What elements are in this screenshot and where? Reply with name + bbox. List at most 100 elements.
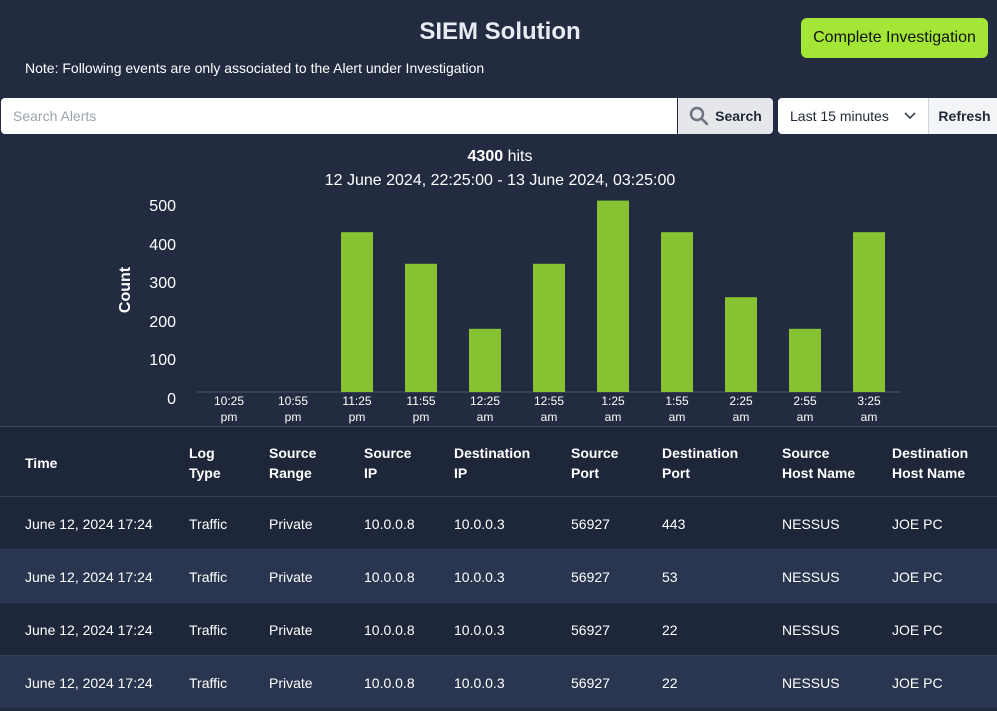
bar[interactable] bbox=[661, 232, 693, 392]
chevron-down-icon bbox=[904, 112, 916, 120]
table-cell: June 12, 2024 17:24 bbox=[25, 675, 153, 691]
hits-summary: 4300 hits bbox=[0, 148, 997, 166]
column-header-line: IP bbox=[454, 465, 468, 481]
complete-investigation-button[interactable]: Complete Investigation bbox=[801, 18, 988, 58]
table-cell: 10.0.0.3 bbox=[454, 622, 505, 638]
table-cell: Traffic bbox=[189, 675, 228, 691]
table-cell: NESSUS bbox=[782, 516, 840, 532]
investigation-note: Note: Following events are only associat… bbox=[25, 60, 485, 76]
column-header-line: Source bbox=[269, 445, 317, 461]
column-header[interactable]: Source Range bbox=[269, 443, 316, 483]
table-cell: JOE PC bbox=[892, 569, 943, 585]
column-header-line: Port bbox=[662, 465, 690, 481]
y-tick-label: 500 bbox=[149, 198, 176, 215]
x-tick-label: am bbox=[861, 410, 878, 424]
time-range-select[interactable]: Last 15 minutes bbox=[778, 98, 928, 134]
bar[interactable] bbox=[789, 328, 821, 392]
column-header[interactable]: Destination Host Name bbox=[892, 443, 968, 483]
bar[interactable] bbox=[597, 200, 629, 392]
column-header-line: Type bbox=[189, 465, 221, 481]
table-cell: Traffic bbox=[189, 516, 228, 532]
search-button[interactable]: Search bbox=[678, 98, 773, 134]
column-header-line: Host Name bbox=[782, 465, 856, 481]
x-tick-label: 3:25 bbox=[857, 394, 881, 408]
column-header[interactable]: Source IP bbox=[364, 443, 411, 483]
column-header[interactable]: Destination Port bbox=[662, 443, 738, 483]
search-button-label: Search bbox=[715, 108, 762, 124]
x-tick-label: 10:55 bbox=[278, 394, 308, 408]
x-tick-label: 11:25 bbox=[342, 394, 371, 408]
table-cell: 10.0.0.3 bbox=[454, 675, 505, 691]
hits-suffix: hits bbox=[503, 148, 533, 165]
y-tick-label: 400 bbox=[149, 237, 176, 254]
column-header-line: Destination bbox=[454, 445, 531, 461]
table-cell: June 12, 2024 17:24 bbox=[25, 622, 153, 638]
column-header-line: Range bbox=[269, 465, 312, 481]
table-cell: NESSUS bbox=[782, 675, 840, 691]
bar[interactable] bbox=[725, 297, 757, 392]
search-input[interactable]: Search Alerts bbox=[1, 98, 677, 134]
x-tick-label: pm bbox=[413, 410, 430, 424]
column-header[interactable]: Source Host Name bbox=[782, 443, 855, 483]
refresh-button[interactable]: Refresh bbox=[928, 98, 997, 134]
table-row[interactable]: June 12, 2024 17:24 Traffic Private 10.0.0.… bbox=[0, 655, 997, 708]
table-cell: 56927 bbox=[571, 516, 610, 532]
hits-histogram: 0 100 200 300 400 500 Count 10:25 pm 10:55 pm 11:25… bbox=[117, 198, 900, 424]
column-header-line: Destination bbox=[662, 445, 739, 461]
column-header-line: Source bbox=[782, 445, 830, 461]
x-tick-label: pm bbox=[285, 410, 302, 424]
bar[interactable] bbox=[341, 232, 373, 392]
column-header[interactable]: Time bbox=[25, 453, 57, 473]
hits-count: 4300 bbox=[467, 148, 504, 165]
x-tick-label: am bbox=[477, 410, 494, 424]
bar[interactable] bbox=[405, 263, 437, 392]
table-row[interactable]: June 12, 2024 17:24 Traffic Private 10.0.0.… bbox=[0, 602, 997, 655]
y-tick-label: 100 bbox=[149, 352, 176, 369]
x-tick-label: 2:55 bbox=[793, 394, 817, 408]
table-cell: 22 bbox=[662, 675, 678, 691]
table-cell: NESSUS bbox=[782, 569, 840, 585]
bar[interactable] bbox=[853, 232, 885, 392]
table-cell: June 12, 2024 17:24 bbox=[25, 569, 153, 585]
table-cell: Private bbox=[269, 675, 313, 691]
search-icon bbox=[689, 106, 709, 126]
table-cell: JOE PC bbox=[892, 675, 943, 691]
column-header-line: Log bbox=[189, 445, 215, 461]
bar[interactable] bbox=[533, 263, 565, 392]
events-table: Time Log Type Source Range Source IP Destinatio… bbox=[0, 426, 997, 711]
table-header: Time Log Type Source Range Source IP Destinatio… bbox=[0, 427, 997, 496]
column-header[interactable]: Destination IP bbox=[454, 443, 530, 483]
table-cell: 10.0.0.3 bbox=[454, 569, 505, 585]
column-header-line: Time bbox=[25, 455, 58, 471]
column-header[interactable]: Source Port bbox=[571, 443, 618, 483]
table-cell: 53 bbox=[662, 569, 678, 585]
table-cell: Private bbox=[269, 622, 313, 638]
x-tick-label: 1:25 bbox=[601, 394, 625, 408]
table-cell: Traffic bbox=[189, 622, 228, 638]
column-header[interactable]: Log Type bbox=[189, 443, 221, 483]
x-tick-label: pm bbox=[349, 410, 366, 424]
x-tick-label: 12:55 bbox=[534, 394, 564, 408]
column-header-line: Host Name bbox=[892, 465, 966, 481]
column-header-line: IP bbox=[364, 465, 378, 481]
x-tick-label: am bbox=[669, 410, 686, 424]
table-cell: June 12, 2024 17:24 bbox=[25, 516, 153, 532]
x-tick-label: am bbox=[605, 410, 622, 424]
y-axis-label: Count bbox=[117, 266, 134, 313]
table-cell: 10.0.0.8 bbox=[364, 516, 415, 532]
y-tick-label: 300 bbox=[149, 275, 176, 292]
x-tick-label: am bbox=[797, 410, 814, 424]
table-cell: 10.0.0.8 bbox=[364, 622, 415, 638]
table-cell: 10.0.0.8 bbox=[364, 675, 415, 691]
table-cell: NESSUS bbox=[782, 622, 840, 638]
table-cell: Private bbox=[269, 569, 313, 585]
time-range-value: Last 15 minutes bbox=[790, 108, 889, 124]
x-tick-label: 10:25 bbox=[214, 394, 244, 408]
bar[interactable] bbox=[469, 328, 501, 392]
x-tick-label: am bbox=[733, 410, 750, 424]
table-cell: Traffic bbox=[189, 569, 228, 585]
column-header-line: Source bbox=[571, 445, 619, 461]
table-row[interactable]: June 12, 2024 17:24 Traffic Private 10.0.0.… bbox=[0, 496, 997, 549]
y-tick-label: 200 bbox=[149, 314, 176, 331]
table-row[interactable]: June 12, 2024 17:24 Traffic Private 10.0.0.… bbox=[0, 549, 997, 602]
